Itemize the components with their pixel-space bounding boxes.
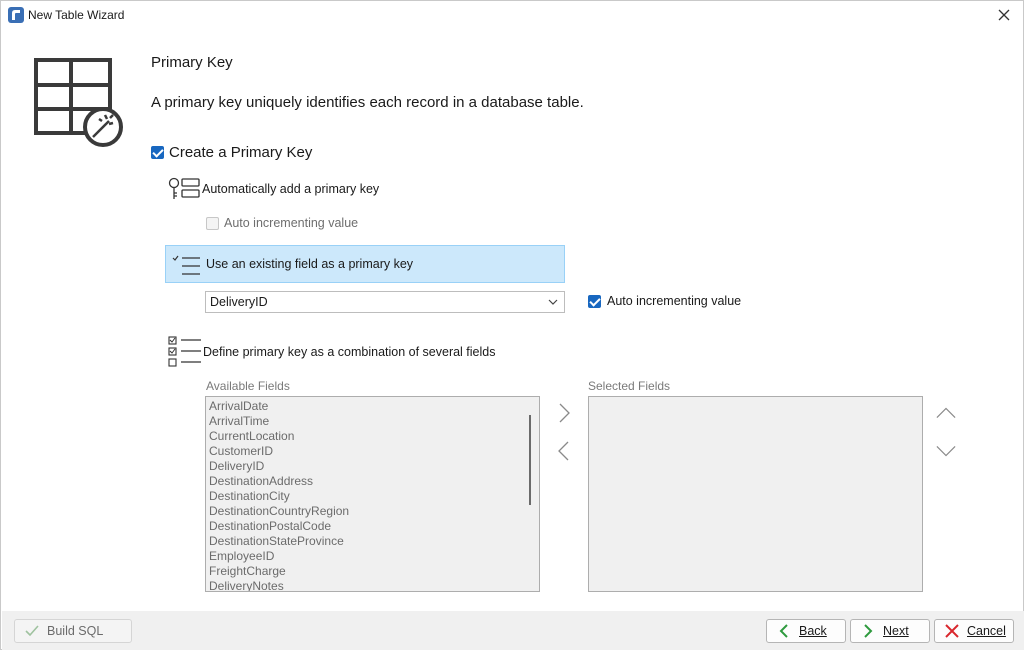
- create-primary-key-checkbox[interactable]: Create a Primary Key: [151, 144, 312, 161]
- scrollbar-thumb[interactable]: [529, 415, 531, 505]
- wizard-footer: Build SQL Back Next Cancel: [2, 611, 1024, 650]
- window-title: New Table Wizard: [28, 8, 125, 22]
- create-primary-key-label: Create a Primary Key: [169, 144, 313, 161]
- back-label: Back: [799, 624, 827, 638]
- cancel-x-icon: [945, 624, 959, 638]
- auto-increment-checkbox-disabled: Auto incrementing value: [206, 216, 358, 230]
- available-field-item[interactable]: ArrivalTime: [209, 414, 536, 429]
- available-fields-label: Available Fields: [206, 379, 290, 393]
- add-field-button[interactable]: [554, 403, 574, 423]
- next-button[interactable]: Next: [850, 619, 930, 643]
- build-sql-label: Build SQL: [47, 624, 104, 638]
- available-field-item[interactable]: DestinationCountryRegion: [209, 504, 536, 519]
- checkbox-list-icon: [168, 336, 201, 367]
- existing-field-value: DeliveryID: [210, 295, 268, 309]
- available-field-item[interactable]: CurrentLocation: [209, 429, 536, 444]
- auto-increment-label-disabled: Auto incrementing value: [224, 216, 359, 230]
- next-label: Next: [883, 624, 909, 638]
- close-icon: [998, 9, 1010, 21]
- option-combination-label: Define primary key as a combination of s…: [203, 345, 496, 359]
- available-field-item[interactable]: ArrivalDate: [209, 399, 536, 414]
- cancel-label: Cancel: [967, 624, 1006, 638]
- checkbox-checked-icon: [151, 146, 164, 159]
- option-existing-field[interactable]: Use an existing field as a primary key: [165, 245, 565, 283]
- remove-field-button[interactable]: [554, 441, 574, 461]
- checkmark-icon: [25, 625, 39, 637]
- chevron-right-icon: [559, 403, 570, 423]
- auto-increment-label: Auto incrementing value: [607, 294, 742, 308]
- back-button[interactable]: Back: [766, 619, 846, 643]
- wizard-window: New Table Wizard Primary Key A primary k…: [0, 0, 1024, 650]
- available-field-item[interactable]: DestinationAddress: [209, 474, 536, 489]
- checkbox-unchecked-icon: [206, 216, 219, 230]
- move-down-button[interactable]: [936, 441, 956, 461]
- available-field-item[interactable]: DestinationCity: [209, 489, 536, 504]
- chevron-down-icon: [548, 299, 558, 305]
- arrow-left-icon: [779, 624, 788, 638]
- available-field-item[interactable]: FreightCharge: [209, 564, 536, 579]
- close-button[interactable]: [991, 3, 1017, 27]
- chevron-left-icon: [558, 441, 569, 461]
- option-existing-label: Use an existing field as a primary key: [206, 257, 414, 271]
- available-field-item[interactable]: CustomerID: [209, 444, 536, 459]
- auto-increment-checkbox[interactable]: Auto incrementing value: [588, 294, 741, 308]
- available-fields-list[interactable]: ArrivalDate ArrivalTime CurrentLocation Cus…: [205, 396, 540, 592]
- available-field-item[interactable]: DestinationPostalCode: [209, 519, 536, 534]
- key-table-icon: [168, 177, 200, 199]
- title-bar: New Table Wizard: [1, 1, 1023, 29]
- option-auto-add-label: Automatically add a primary key: [202, 182, 380, 196]
- build-sql-button[interactable]: Build SQL: [14, 619, 132, 643]
- available-field-item[interactable]: EmployeeID: [209, 549, 536, 564]
- page-description: A primary key uniquely identifies each r…: [151, 94, 584, 111]
- selected-fields-label: Selected Fields: [588, 379, 671, 393]
- option-auto-add-key[interactable]: Automatically add a primary key: [168, 177, 379, 201]
- check-list-icon: [172, 255, 200, 275]
- available-field-item[interactable]: DeliveryNotes: [209, 579, 536, 591]
- cancel-button[interactable]: Cancel: [934, 619, 1014, 643]
- table-wizard-icon: [33, 57, 125, 147]
- selected-fields-list[interactable]: [588, 396, 923, 592]
- move-up-button[interactable]: [936, 403, 956, 423]
- available-field-item[interactable]: DeliveryID: [209, 459, 536, 474]
- arrow-right-icon: [864, 624, 873, 638]
- option-combination-key[interactable]: Define primary key as a combination of s…: [167, 335, 496, 369]
- page-heading: Primary Key: [151, 54, 233, 71]
- chevron-down-icon: [936, 446, 956, 457]
- app-icon: [8, 7, 24, 23]
- available-field-item[interactable]: DestinationStateProvince: [209, 534, 536, 549]
- existing-field-select[interactable]: DeliveryID: [205, 291, 565, 313]
- chevron-up-icon: [936, 407, 956, 418]
- checkbox-checked-icon: [588, 294, 601, 308]
